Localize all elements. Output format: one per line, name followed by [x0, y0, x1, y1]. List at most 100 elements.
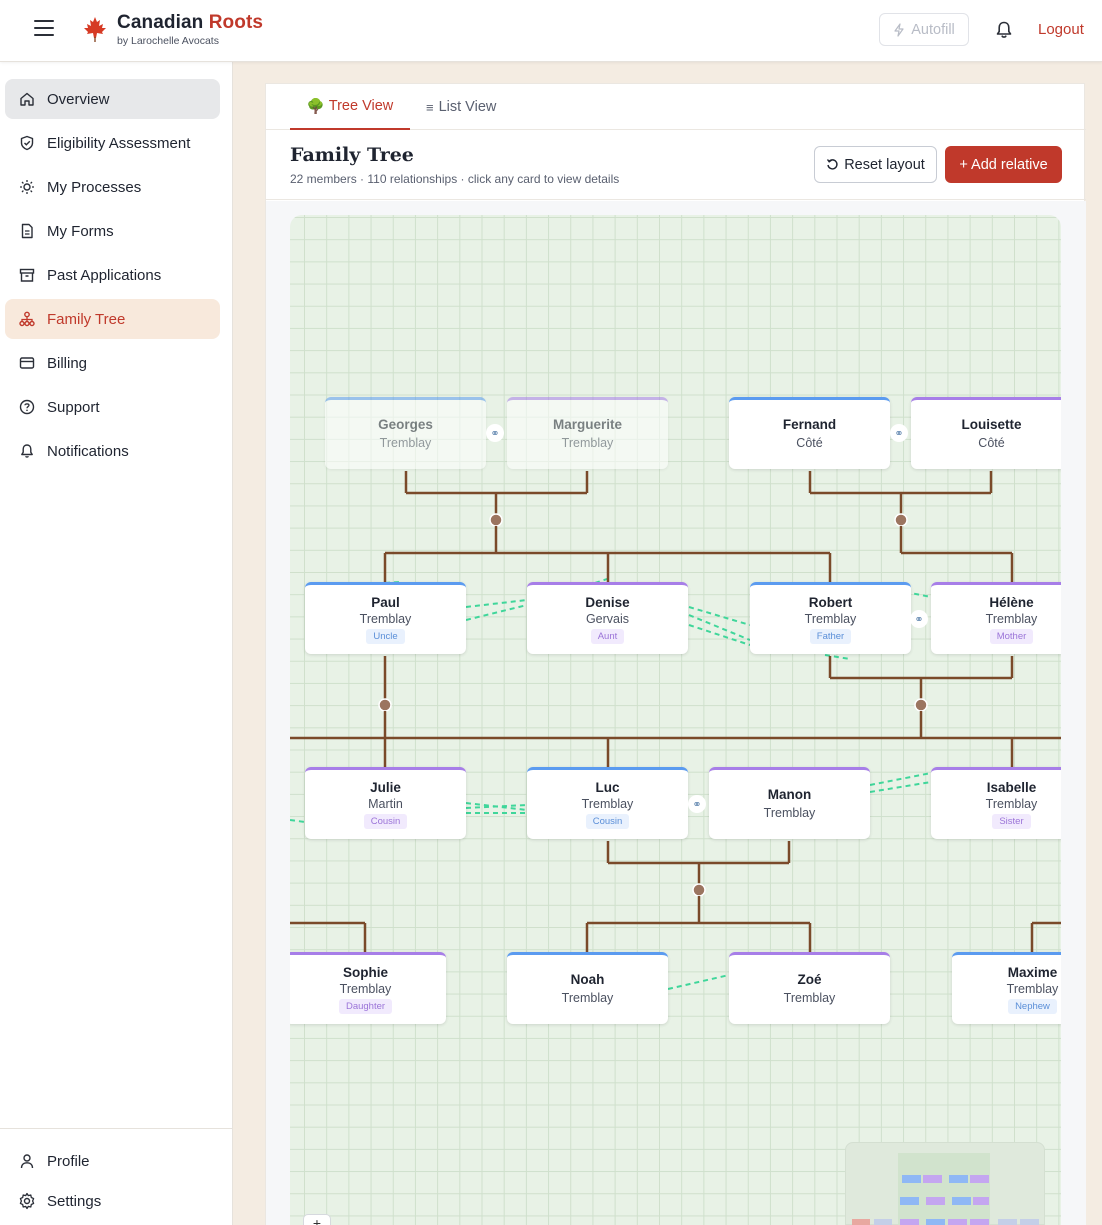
brand-name: Canadian — [117, 12, 204, 33]
relationship-badge: Mother — [989, 629, 1034, 644]
sidebar-item-my-processes[interactable]: My Processes — [5, 167, 220, 207]
relationship-link — [688, 624, 751, 646]
sidebar-item-family-tree[interactable]: Family Tree — [5, 299, 220, 339]
person-card[interactable]: Hélène Tremblay Mother — [931, 582, 1061, 654]
view-tabs: 🌳 Tree View ≡ List View — [266, 84, 1086, 130]
relationship-link — [290, 819, 306, 823]
reset-layout-button[interactable]: Reset layout — [814, 146, 937, 183]
sidebar-item-billing[interactable]: Billing — [5, 343, 220, 383]
union-node — [914, 698, 928, 712]
person-card[interactable]: Sophie Tremblay Daughter — [290, 952, 446, 1024]
sidebar-item-label: Settings — [47, 1192, 102, 1210]
person-card[interactable]: Robert Tremblay Father — [750, 582, 911, 654]
person-card[interactable]: Zoé Tremblay — [729, 952, 890, 1024]
person-card[interactable]: Maxime Tremblay Nephew — [952, 952, 1061, 1024]
person-first-name: Isabelle — [986, 780, 1037, 795]
sidebar-item-past-applications[interactable]: Past Applications — [5, 255, 220, 295]
brand-subtitle: by Larochelle Avocats — [117, 35, 219, 47]
page-subtitle: 22 members · 110 relationships · click a… — [290, 172, 620, 186]
person-last-name: Côté — [978, 436, 1005, 450]
person-card[interactable]: Noah Tremblay — [507, 952, 668, 1024]
sidebar-item-label: My Forms — [47, 222, 114, 240]
relationship-link — [667, 974, 730, 990]
brand-accent: Roots — [208, 12, 264, 33]
autofill-label: Autofill — [911, 21, 955, 38]
relationship-badge: Uncle — [366, 629, 405, 644]
relationship-badge: Daughter — [338, 999, 393, 1014]
sidebar-item-label: My Processes — [47, 178, 142, 196]
union-node — [692, 883, 706, 897]
help-circle-icon — [18, 398, 36, 416]
person-last-name: Tremblay — [561, 436, 614, 450]
person-card[interactable]: Georges Tremblay — [325, 397, 486, 469]
person-card[interactable]: Denise Gervais Aunt — [527, 582, 688, 654]
person-last-name: Tremblay — [783, 991, 836, 1005]
person-last-name: Côté — [796, 436, 823, 450]
tab-label: List View — [438, 99, 497, 115]
sidebar-item-my-forms[interactable]: My Forms — [5, 211, 220, 251]
person-last-name: Tremblay — [985, 797, 1038, 811]
top-bar: Canadian Roots by Larochelle Avocats Aut… — [0, 0, 1102, 62]
sidebar-divider — [0, 1128, 232, 1129]
logout-link[interactable]: Logout — [1038, 21, 1084, 38]
sun-icon — [18, 178, 36, 196]
bell-icon[interactable] — [994, 20, 1014, 40]
relationship-link — [869, 772, 932, 786]
marriage-ring-icon: ⚭ — [486, 424, 504, 442]
person-card[interactable]: Paul Tremblay Uncle — [305, 582, 466, 654]
person-last-name: Tremblay — [804, 612, 857, 626]
tree-canvas[interactable]: Georges Tremblay Marguerite Tremblay Fernand… — [290, 215, 1061, 1225]
zoom-in-button[interactable]: + — [303, 1214, 331, 1225]
sidebar-item-eligibility[interactable]: Eligibility Assessment — [5, 123, 220, 163]
sidebar-item-settings[interactable]: Settings — [5, 1181, 220, 1221]
list-icon: ≡ — [426, 99, 434, 115]
person-last-name: Tremblay — [581, 797, 634, 811]
sidebar-item-overview[interactable]: Overview — [5, 79, 220, 119]
relationship-badge: Sister — [992, 814, 1031, 829]
person-card[interactable]: Manon Tremblay — [709, 767, 870, 839]
minimap[interactable] — [845, 1142, 1045, 1225]
person-card[interactable]: Luc Tremblay Cousin — [527, 767, 688, 839]
sidebar-item-profile[interactable]: Profile — [5, 1141, 220, 1181]
person-first-name: Denise — [585, 595, 630, 610]
shield-check-icon — [18, 134, 36, 152]
sidebar-item-label: Support — [47, 398, 100, 416]
sidebar-item-label: Family Tree — [47, 310, 126, 328]
tree-links — [290, 471, 1061, 990]
person-card[interactable]: Louisette Côté — [911, 397, 1061, 469]
sidebar-item-label: Notifications — [47, 442, 129, 460]
minimap-preview — [852, 1153, 1039, 1225]
sidebar-item-notifications[interactable]: Notifications — [5, 431, 220, 471]
autofill-button[interactable]: Autofill — [879, 13, 969, 46]
tab-list-view[interactable]: ≡ List View — [426, 84, 496, 130]
person-last-name: Tremblay — [985, 612, 1038, 626]
user-icon — [18, 1152, 36, 1170]
tab-label: Tree View — [328, 98, 394, 114]
tab-tree-view[interactable]: 🌳 Tree View — [290, 84, 410, 130]
person-card[interactable]: Marguerite Tremblay — [507, 397, 668, 469]
person-first-name: Paul — [371, 595, 400, 610]
person-first-name: Georges — [378, 417, 433, 432]
document-icon — [18, 222, 36, 240]
person-first-name: Julie — [370, 780, 401, 795]
brand[interactable]: Canadian Roots by Larochelle Avocats — [117, 12, 263, 47]
person-last-name: Tremblay — [339, 982, 392, 996]
hamburger-menu-icon[interactable] — [34, 20, 54, 38]
relationship-badge: Father — [809, 629, 852, 644]
person-card[interactable]: Julie Martin Cousin — [305, 767, 466, 839]
person-first-name: Zoé — [797, 972, 822, 987]
relationship-badge: Cousin — [363, 814, 408, 829]
sidebar-item-support[interactable]: Support — [5, 387, 220, 427]
person-card[interactable]: Fernand Côté — [729, 397, 890, 469]
person-last-name: Tremblay — [561, 991, 614, 1005]
sidebar-item-label: Overview — [47, 90, 110, 108]
add-relative-button[interactable]: + Add relative — [945, 146, 1062, 183]
union-node — [489, 513, 503, 527]
relationship-badge: Nephew — [1008, 999, 1057, 1014]
maple-leaf-icon — [84, 17, 106, 42]
person-last-name: Gervais — [585, 612, 630, 626]
person-last-name: Tremblay — [1006, 982, 1059, 996]
archive-icon — [18, 266, 36, 284]
person-card[interactable]: Isabelle Tremblay Sister — [931, 767, 1061, 839]
person-last-name: Tremblay — [359, 612, 412, 626]
